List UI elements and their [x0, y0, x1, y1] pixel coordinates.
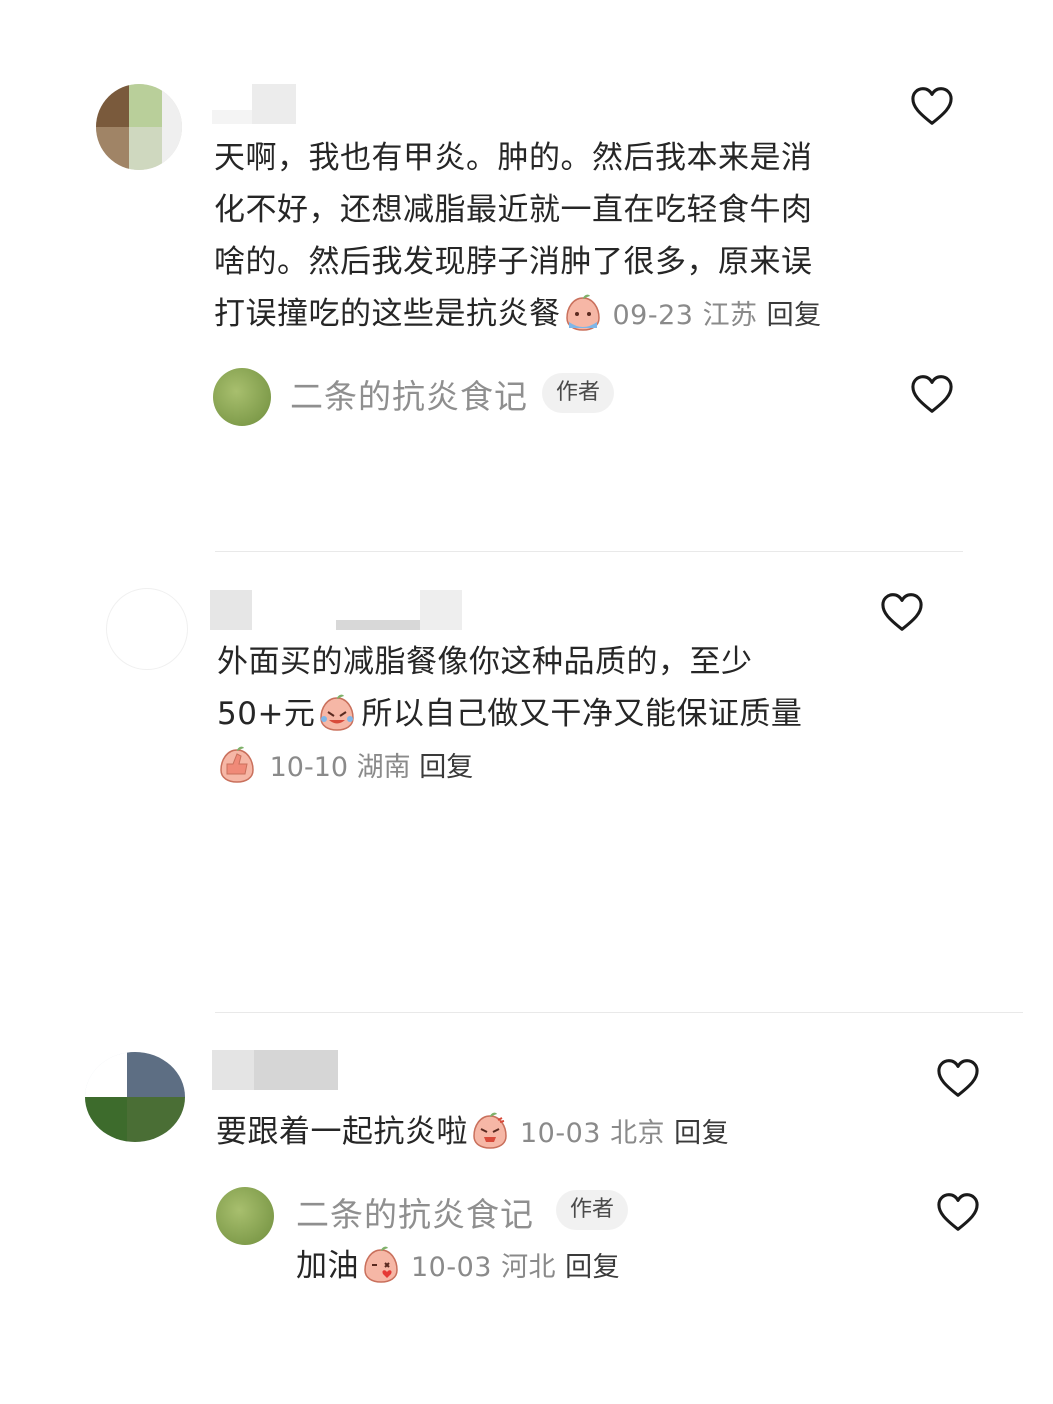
comment-line: 化不好，还想减脂最近就一直在吃轻食牛肉 [214, 192, 813, 228]
reply-button[interactable]: 回复 [767, 300, 822, 331]
author-name[interactable]: 二条的抗炎食记 [296, 1188, 534, 1236]
comment-date: 09-23 [612, 300, 694, 331]
divider [215, 551, 963, 552]
comment-line: 所以自己做又干净又能保证质量 [361, 696, 803, 732]
comment-location: 江苏 [702, 300, 758, 331]
comment-date: 10-03 [520, 1118, 601, 1149]
comment-text: 外面买的减脂餐像你这种品质的，至少 50+元 所以自己做又干净又能保证质量 [217, 636, 877, 740]
avatar[interactable] [106, 588, 188, 670]
avatar[interactable] [85, 1052, 185, 1142]
angry-face-emoji [470, 1110, 510, 1150]
comment-location: 北京 [610, 1118, 666, 1149]
thumbs-up-emoji [217, 744, 257, 784]
comment-text: 天啊，我也有甲炎。肿的。然后我本来是消 化不好，还想减脂最近就一直在吃轻食牛肉 … [214, 132, 894, 342]
username-redacted[interactable] [212, 84, 310, 128]
like-heart-icon[interactable] [880, 592, 924, 632]
comment-location: 河北 [501, 1252, 557, 1283]
like-heart-icon[interactable] [936, 1192, 980, 1232]
comment-date: 10-03 [411, 1252, 492, 1283]
kiss-heart-emoji [361, 1244, 401, 1284]
username-redacted[interactable] [210, 590, 500, 634]
comment-line: 打误撞吃的这些是抗炎餐 [214, 296, 561, 332]
comment-text: 要跟着一起抗炎啦 10-03 北京 回复 [216, 1106, 729, 1160]
reply-button[interactable]: 回复 [674, 1118, 729, 1149]
comment-line: 要跟着一起抗炎啦 [216, 1114, 468, 1150]
like-heart-icon[interactable] [910, 86, 954, 126]
reply-text: 加油 10-03 河北 回复 [296, 1240, 620, 1294]
divider [215, 1012, 1023, 1013]
author-avatar[interactable] [213, 368, 271, 426]
laughing-tears-emoji [317, 692, 357, 732]
comment-date: 10-10 [269, 752, 349, 783]
comment-meta: 09-23 江苏 回复 [613, 300, 822, 331]
like-heart-icon[interactable] [910, 374, 954, 414]
author-name[interactable]: 二条的抗炎食记 [290, 370, 528, 418]
comment-line: 加油 [296, 1248, 359, 1284]
comment-line: 50+元 [217, 696, 316, 732]
comment-line: 外面买的减脂餐像你这种品质的，至少 [217, 644, 753, 680]
comment-line: 天啊，我也有甲炎。肿的。然后我本来是消 [214, 140, 813, 176]
crying-face-emoji [563, 292, 603, 332]
author-badge: 作者 [542, 373, 615, 413]
reply-button[interactable]: 回复 [419, 752, 473, 783]
comment-location: 湖南 [356, 752, 411, 783]
avatar[interactable] [96, 84, 182, 170]
like-heart-icon[interactable] [936, 1058, 980, 1098]
comment-meta: 10-03 河北 回复 [411, 1252, 620, 1283]
reply-button[interactable]: 回复 [565, 1252, 620, 1283]
username-redacted[interactable] [212, 1050, 338, 1092]
author-avatar[interactable] [216, 1187, 274, 1245]
author-badge: 作者 [556, 1190, 629, 1230]
comment-line: 啥的。然后我发现脖子消肿了很多，原来误 [214, 244, 813, 280]
comment-meta: 10-03 北京 回复 [520, 1118, 729, 1149]
comment-meta: 10-10 湖南 回复 [217, 744, 473, 784]
